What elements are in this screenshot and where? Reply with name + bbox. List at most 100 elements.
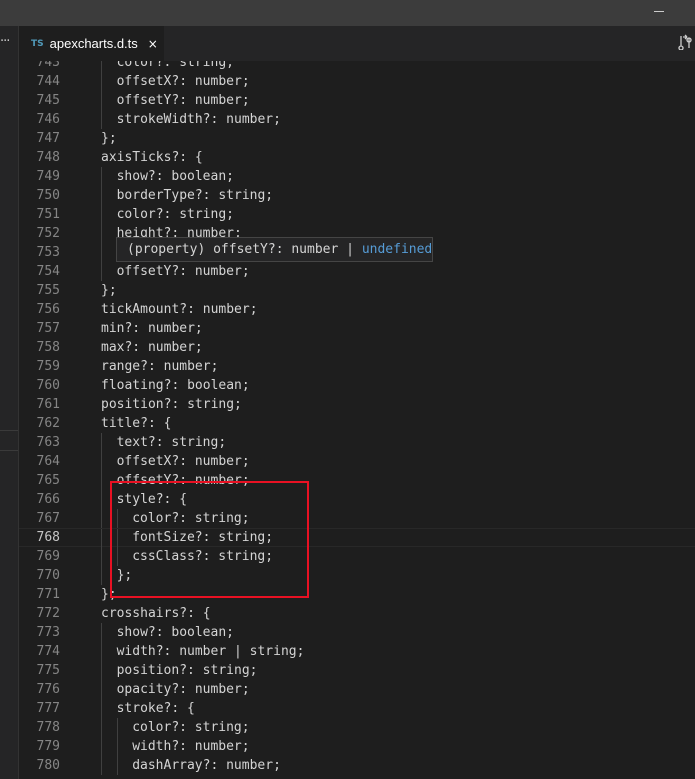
line-number: 769 — [36, 549, 60, 564]
line-number: 762 — [36, 416, 60, 431]
code-text: color?: string; — [132, 720, 250, 735]
tab-label: apexcharts.d.ts — [49, 36, 138, 51]
line-number: 775 — [36, 663, 60, 678]
line-number: 770 — [36, 568, 60, 583]
indent-guide — [101, 756, 102, 775]
line-number: 773 — [36, 625, 60, 640]
code-line[interactable]: 748 axisTicks?: { — [19, 148, 695, 167]
code-line[interactable]: 780 dashArray?: number; — [19, 756, 695, 775]
code-line[interactable]: 756 tickAmount?: number; — [19, 300, 695, 319]
code-text: borderType?: string; — [116, 188, 274, 203]
title-bar — [0, 0, 695, 26]
code-text: tickAmount?: number; — [101, 302, 258, 317]
code-line[interactable]: 776 opacity?: number; — [19, 680, 695, 699]
code-line[interactable]: 757 min?: number; — [19, 319, 695, 338]
code-text: dashArray?: number; — [132, 758, 281, 773]
code-line[interactable]: 772 crosshairs?: { — [19, 604, 695, 623]
minimize-button[interactable] — [654, 11, 664, 12]
line-number: 750 — [36, 188, 60, 203]
code-text: strokeWidth?: number; — [116, 112, 281, 127]
compare-changes-icon[interactable] — [678, 34, 692, 50]
line-number: 745 — [36, 93, 60, 108]
line-number: 774 — [36, 644, 60, 659]
code-line[interactable]: 764 offsetX?: number; — [19, 452, 695, 471]
indent-guide — [101, 91, 102, 110]
indent-guide — [101, 737, 102, 756]
code-line[interactable]: 763 text?: string; — [19, 433, 695, 452]
hover-signature: (property) offsetY?: number | — [127, 242, 362, 257]
line-number: 755 — [36, 283, 60, 298]
tab-apexcharts[interactable]: TS apexcharts.d.ts × — [19, 26, 164, 61]
indent-guide — [116, 737, 118, 756]
indent-guide — [101, 186, 102, 205]
more-actions-icon[interactable]: ··· — [0, 34, 18, 49]
sidebar-divider — [0, 450, 18, 451]
line-number: 760 — [36, 378, 60, 393]
indent-guide — [101, 224, 102, 243]
code-text: color?: string; — [116, 61, 234, 70]
line-number: 756 — [36, 302, 60, 317]
code-line[interactable]: 777 stroke?: { — [19, 699, 695, 718]
line-number: 780 — [36, 758, 60, 773]
code-line[interactable]: 761 position?: string; — [19, 395, 695, 414]
hover-keyword: undefined — [361, 242, 433, 257]
close-icon[interactable]: × — [148, 37, 158, 51]
code-line[interactable]: 743 color?: string; — [19, 61, 695, 72]
indent-guide — [101, 566, 102, 585]
line-number: 743 — [36, 61, 60, 70]
indent-guide — [101, 452, 102, 471]
code-text: floating?: boolean; — [101, 378, 250, 393]
indent-guide — [101, 490, 102, 509]
code-line[interactable]: 762 title?: { — [19, 414, 695, 433]
code-line[interactable]: 775 position?: string; — [19, 661, 695, 680]
code-line[interactable]: 754 offsetY?: number; — [19, 262, 695, 281]
line-number: 768 — [36, 530, 60, 545]
line-number: 748 — [36, 150, 60, 165]
code-text: }; — [101, 131, 117, 146]
line-number: 757 — [36, 321, 60, 336]
indent-guide — [101, 61, 102, 72]
code-line[interactable]: 755}; — [19, 281, 695, 300]
indent-guide — [101, 547, 102, 566]
code-text: max?: number; — [101, 340, 203, 355]
indent-guide — [116, 756, 118, 775]
code-line[interactable]: 750 borderType?: string; — [19, 186, 695, 205]
code-line[interactable]: 759 range?: number; — [19, 357, 695, 376]
code-line[interactable]: 744 offsetX?: number; — [19, 72, 695, 91]
code-line[interactable]: 746 strokeWidth?: number; — [19, 110, 695, 129]
line-number: 747 — [36, 131, 60, 146]
line-number: 758 — [36, 340, 60, 355]
code-text: color?: string; — [116, 207, 234, 222]
line-number: 772 — [36, 606, 60, 621]
code-line[interactable]: 773 show?: boolean; — [19, 623, 695, 642]
code-text: text?: string; — [116, 435, 227, 450]
code-line[interactable]: 760 floating?: boolean; — [19, 376, 695, 395]
sidebar-divider — [0, 430, 18, 431]
line-number: 764 — [36, 454, 60, 469]
hover-tooltip: (property) offsetY?: number | undefined — [116, 237, 433, 262]
line-number: 765 — [36, 473, 60, 488]
code-text: width?: number; — [132, 739, 250, 754]
code-editor[interactable]: 743 color?: string; 744 offsetX?: number; 74… — [19, 61, 695, 779]
code-line[interactable]: 749 show?: boolean; — [19, 167, 695, 186]
line-number: 751 — [36, 207, 60, 222]
code-line[interactable]: 778 color?: string; — [19, 718, 695, 737]
indent-guide — [101, 433, 102, 452]
indent-guide — [101, 661, 102, 680]
sidebar-edge: ··· — [0, 26, 19, 779]
code-line[interactable]: 774 width?: number | string; — [19, 642, 695, 661]
code-text: position?: string; — [101, 397, 242, 412]
code-text: min?: number; — [101, 321, 203, 336]
line-number: 746 — [36, 112, 60, 127]
indent-guide — [101, 529, 102, 548]
code-text: position?: string; — [116, 663, 258, 678]
indent-guide — [101, 72, 102, 91]
code-line[interactable]: 745 offsetY?: number; — [19, 91, 695, 110]
code-line[interactable]: 758 max?: number; — [19, 338, 695, 357]
code-line[interactable]: 751 color?: string; — [19, 205, 695, 224]
line-number: 753 — [36, 245, 60, 260]
line-number: 779 — [36, 739, 60, 754]
indent-guide — [101, 262, 102, 281]
code-line[interactable]: 779 width?: number; — [19, 737, 695, 756]
code-line[interactable]: 747}; — [19, 129, 695, 148]
